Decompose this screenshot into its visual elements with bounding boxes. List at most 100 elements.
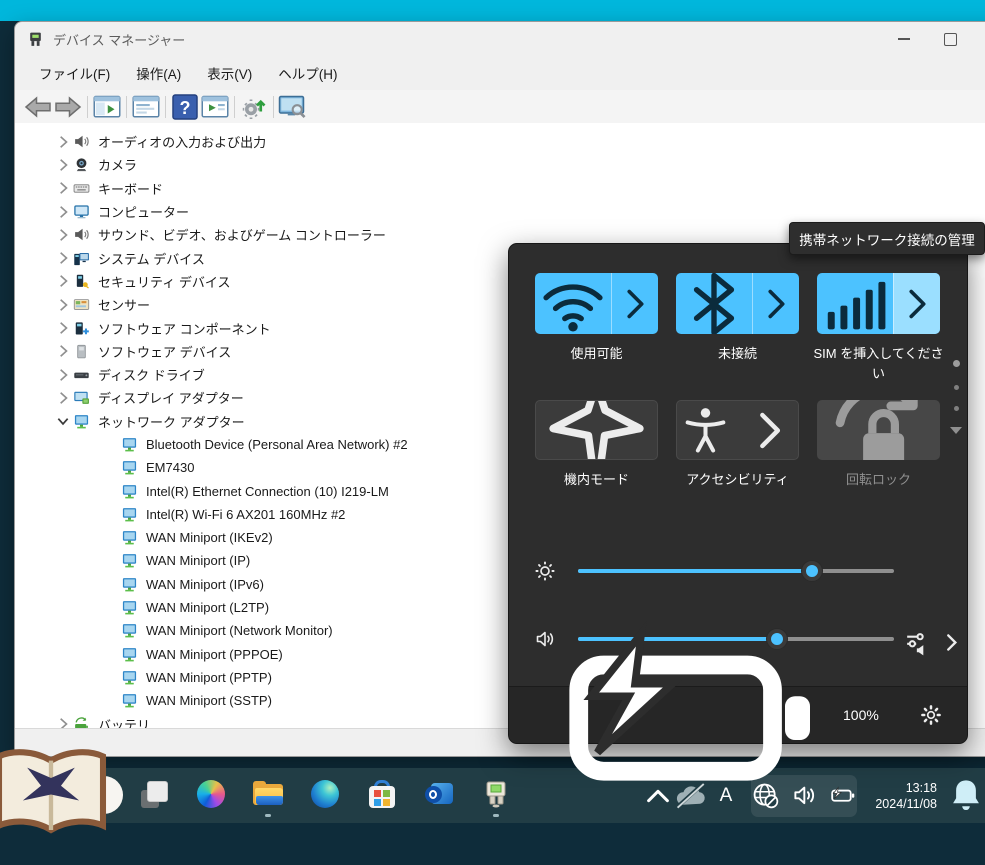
notifications-button[interactable] (947, 777, 985, 815)
tree-item-label: WAN Miniport (IPv6) (146, 577, 264, 592)
battery-percent: 100% (843, 707, 879, 723)
tree-chevron-icon[interactable] (53, 228, 73, 242)
tree-chevron-icon[interactable] (53, 368, 73, 382)
toolbar-separator (165, 96, 166, 118)
tree-chevron-icon[interactable] (53, 298, 73, 312)
rotation-lock-tile-main (817, 400, 940, 460)
tree-chevron-icon (101, 647, 121, 661)
minimize-button[interactable] (881, 22, 927, 56)
tree-item-label: EM7430 (146, 460, 194, 475)
menu-item-0[interactable]: ファイル(F) (29, 59, 120, 87)
cellular-expand-button[interactable] (893, 273, 940, 334)
taskbar-app-device-manager[interactable] (481, 779, 511, 809)
tree-item-label: コンピューター (98, 202, 189, 221)
console-tree-icon (92, 92, 122, 122)
taskbar-app-task-view[interactable] (139, 779, 169, 809)
taskbar-app-outlook[interactable] (424, 779, 454, 809)
help-button[interactable]: ? (170, 94, 200, 120)
tree-item[interactable]: カメラ (15, 153, 985, 176)
bluetooth-expand-button[interactable] (752, 273, 799, 334)
console-tree-button[interactable] (92, 94, 122, 120)
tree-chevron-icon[interactable] (53, 274, 73, 288)
network-icon (121, 552, 138, 569)
copilot-logo (197, 780, 225, 808)
tree-item-label: サウンド、ビデオ、およびゲーム コントローラー (98, 225, 386, 244)
action-pane-button[interactable] (200, 94, 230, 120)
wifi-tile-main[interactable] (535, 273, 611, 334)
tree-chevron-icon[interactable] (53, 135, 73, 149)
tree-chevron-icon[interactable] (53, 181, 73, 195)
cellular-tile[interactable] (817, 273, 940, 334)
tree-chevron-icon (101, 577, 121, 591)
menu-item-3[interactable]: ヘルプ(H) (268, 59, 347, 87)
taskbar-app-file-explorer[interactable] (253, 779, 283, 809)
toolbar-separator (273, 96, 274, 118)
properties-button[interactable] (131, 94, 161, 120)
sensor-icon (73, 296, 90, 313)
bell-icon (947, 777, 985, 815)
titlebar[interactable]: デバイス マネージャー (15, 22, 985, 56)
running-indicator (493, 814, 499, 817)
airplane-mode-tile[interactable] (535, 400, 658, 460)
tree-chevron-icon[interactable] (53, 158, 73, 172)
menu-item-2[interactable]: 表示(V) (197, 59, 262, 87)
taskbar-app-edge[interactable] (310, 779, 340, 809)
tree-item-label: カメラ (98, 155, 137, 174)
folder-shape (253, 781, 283, 807)
wifi-expand-button[interactable] (611, 273, 658, 334)
network-icon (121, 483, 138, 500)
chevron-right-icon (936, 627, 967, 658)
menu-item-1[interactable]: 操作(A) (126, 59, 191, 87)
tree-item-label: ネットワーク アダプター (98, 412, 245, 431)
toolbar-separator (234, 96, 235, 118)
battery-status-button[interactable]: 100% (535, 565, 879, 865)
network-icon (121, 622, 138, 639)
tree-chevron-icon (101, 507, 121, 521)
bluetooth-tile[interactable] (676, 273, 799, 334)
window-controls (881, 22, 973, 56)
tree-chevron-icon[interactable] (53, 391, 73, 405)
settings-button[interactable] (919, 703, 943, 727)
wifi-tile[interactable] (535, 273, 658, 334)
back-button[interactable] (23, 94, 53, 120)
expand-down-icon[interactable] (950, 427, 962, 434)
airplane-mode-tile-main[interactable] (536, 401, 657, 459)
tree-chevron-icon[interactable] (53, 205, 73, 219)
audio-output-select-button[interactable] (902, 627, 967, 658)
search-box[interactable] (0, 776, 123, 814)
toolbar-separator (87, 96, 88, 118)
forward-button[interactable] (53, 94, 83, 120)
maximize-button[interactable] (927, 22, 973, 56)
back-icon (23, 92, 53, 122)
scan-hardware-button[interactable] (239, 94, 269, 120)
quick-settings-panel: 使用可能未接続SIM を挿入してください機内モードアクセシビリティ回転ロック (508, 243, 968, 744)
monitor-search-button[interactable] (278, 94, 308, 120)
taskbar-app-store[interactable] (367, 779, 397, 809)
tree-chevron-icon[interactable] (53, 251, 73, 265)
display-icon (73, 389, 90, 406)
help-icon: ? (170, 92, 200, 122)
forward-icon (53, 92, 83, 122)
chevron-right-icon (894, 281, 940, 327)
rotation-lock-icon (817, 400, 940, 460)
accessibility-tile-main[interactable] (677, 401, 798, 459)
tree-item[interactable]: コンピューター (15, 200, 985, 223)
bluetooth-tile-main[interactable] (676, 273, 752, 334)
accessibility-tile[interactable] (676, 400, 799, 460)
tree-chevron-icon[interactable] (53, 344, 73, 358)
tree-item[interactable]: オーディオの入力および出力 (15, 130, 985, 153)
tree-chevron-icon[interactable] (53, 321, 73, 335)
toolbar: ? (15, 90, 985, 124)
tree-chevron-icon[interactable] (53, 414, 73, 428)
tree-item[interactable]: キーボード (15, 177, 985, 200)
qs-footer: 100% (509, 686, 967, 743)
cellular-label: SIM を挿入してください (808, 344, 950, 384)
action-pane-icon (200, 92, 230, 122)
tree-chevron-icon (101, 554, 121, 568)
tree-item-label: WAN Miniport (SSTP) (146, 693, 272, 708)
bluetooth-label: 未接続 (667, 344, 809, 364)
quick-settings-tiles: 使用可能未接続SIM を挿入してください機内モードアクセシビリティ回転ロック (535, 273, 943, 490)
cellular-tile-main[interactable] (817, 273, 893, 334)
device-manager-logo (481, 779, 511, 809)
taskbar-app-copilot[interactable] (196, 779, 226, 809)
